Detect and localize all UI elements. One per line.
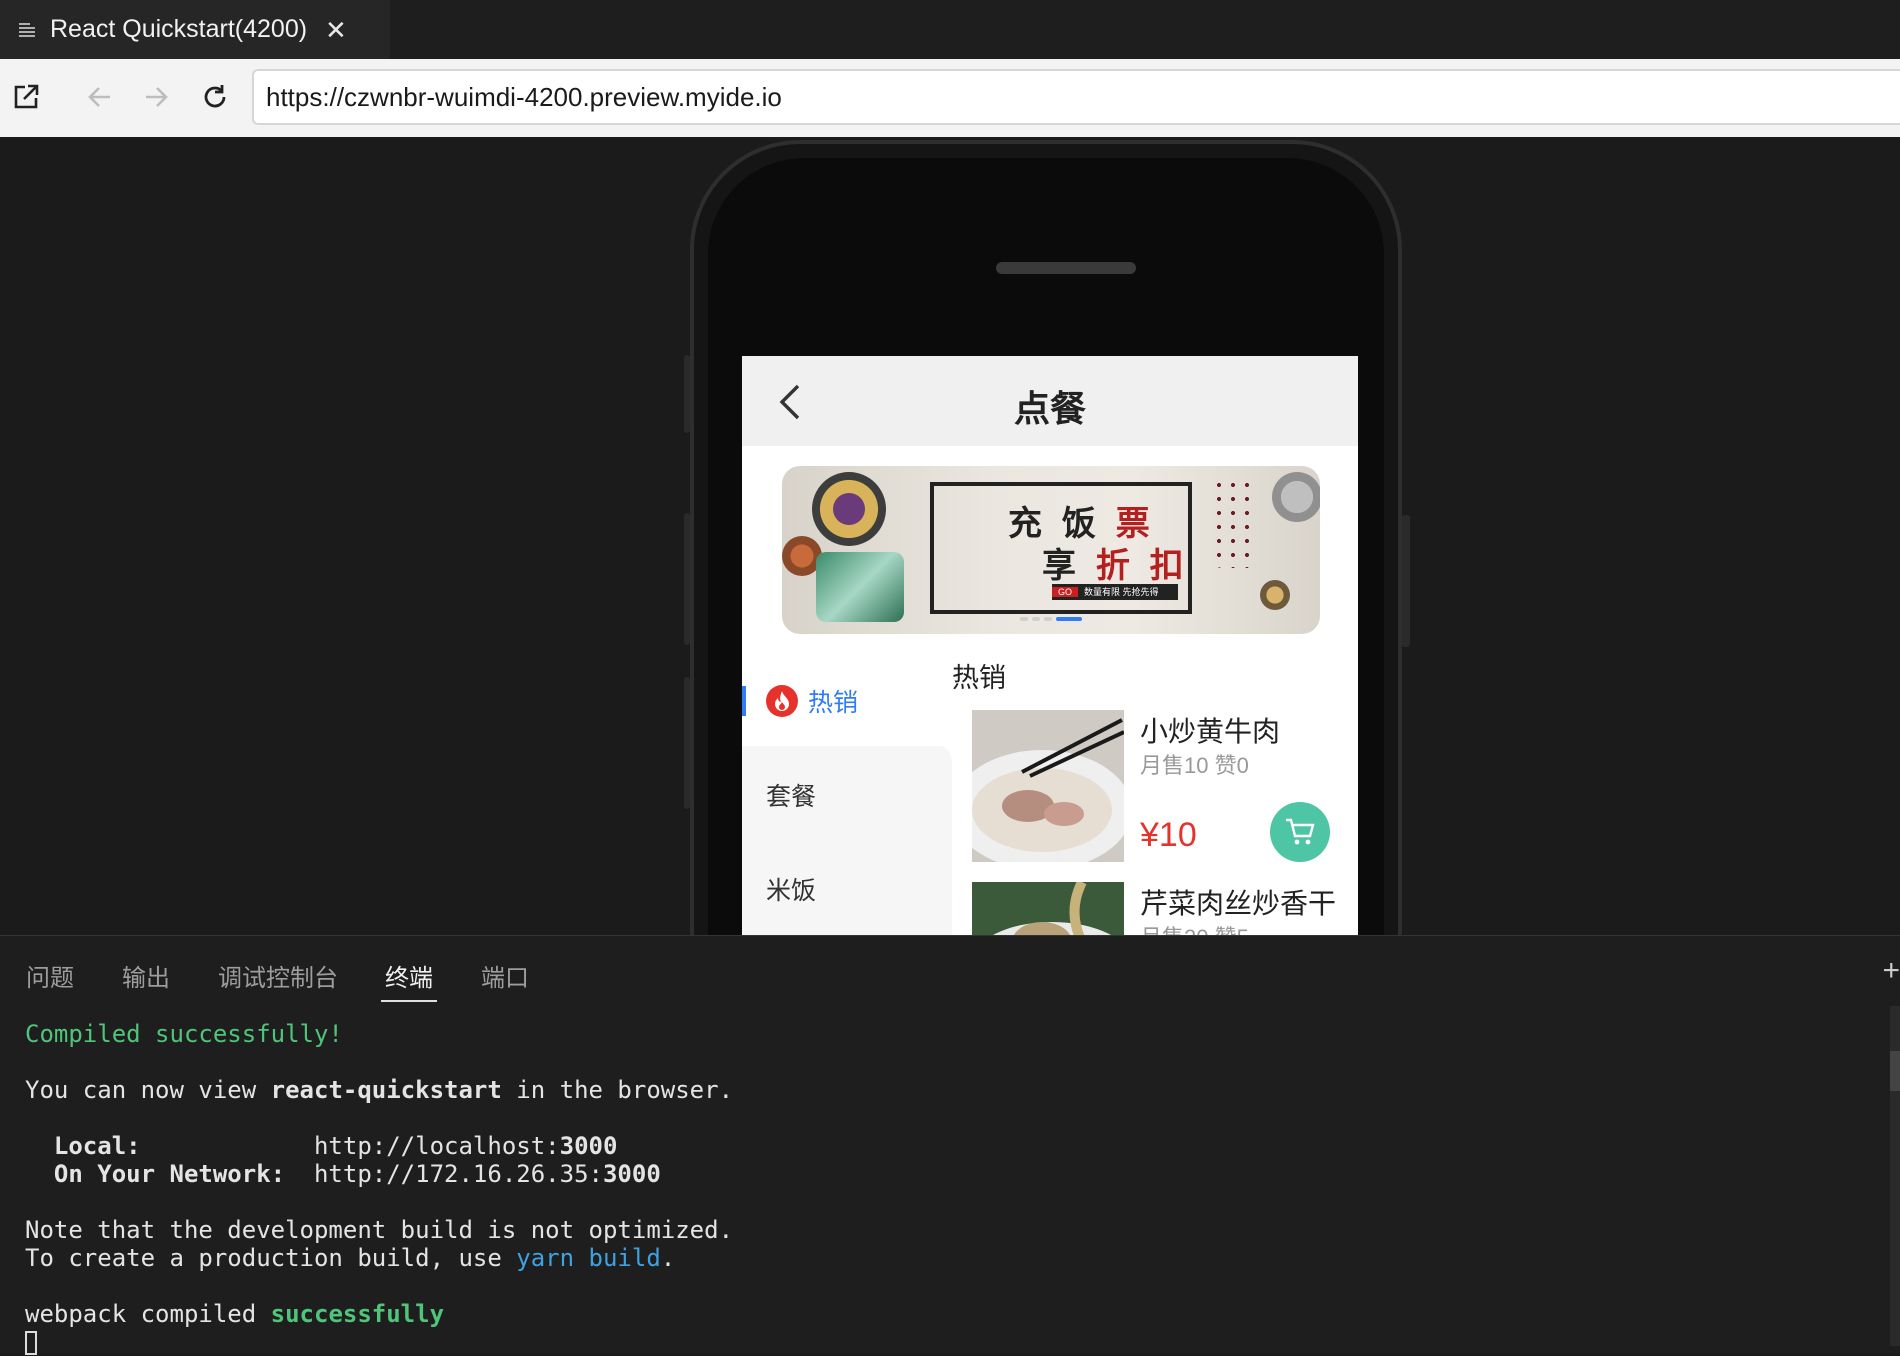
terminal-text: . — [660, 1244, 676, 1272]
menu-item-label: 米饭 — [766, 877, 817, 905]
terminal-network-port: 3000 — [602, 1160, 661, 1188]
dish-price: ¥10 — [1140, 816, 1197, 854]
terminal-text: You can now view — [25, 1076, 271, 1104]
terminal-output[interactable]: Compiled successfully! You can now view … — [25, 1020, 733, 1356]
promo-banner[interactable]: 充 饭 票 享 折 扣 GO 数量有限 先抢先得 — [782, 466, 1320, 634]
app-header: 点餐 — [742, 356, 1358, 446]
terminal-network-url: http://172.16.26.35: — [313, 1160, 603, 1188]
berries-image — [1212, 478, 1258, 568]
terminal-text: Note that the development build is not o… — [25, 1216, 734, 1244]
dish-card[interactable]: 小炒黄牛肉 月售10 赞0 ¥10 — [972, 710, 1352, 862]
carousel-dots[interactable] — [782, 610, 1320, 628]
menu-item-label: 热销 — [808, 689, 859, 717]
terminal-scrollbar-thumb[interactable] — [1890, 1051, 1900, 1091]
new-terminal-button[interactable]: + — [1882, 954, 1900, 988]
preview-area: 点餐 充 饭 票 享 折 扣 GO 数量有限 先抢先得 热销 套餐 米饭 热销 … — [0, 137, 1900, 935]
banner-go-strip: GO 数量有限 先抢先得 — [1052, 584, 1178, 600]
tab-problems[interactable]: 问题 — [26, 958, 74, 993]
food-plate-image — [812, 472, 886, 546]
dish-sales: 月售20 赞5 — [1140, 920, 1249, 935]
phone-side-button — [1402, 515, 1410, 647]
phone-speaker — [996, 262, 1136, 274]
bowl-image — [1272, 472, 1320, 522]
menu-item-label: 套餐 — [766, 783, 817, 811]
bottom-panel: 问题 输出 调试控制台 终端 端口 + Compiled successfull… — [0, 935, 1900, 1356]
dish-image — [972, 882, 1124, 935]
tab-react-quickstart[interactable]: React Quickstart(4200) ✕ — [0, 0, 390, 59]
menu-item-rice[interactable]: 米饭 — [742, 844, 952, 934]
app-screen: 点餐 充 饭 票 享 折 扣 GO 数量有限 先抢先得 热销 套餐 米饭 热销 … — [742, 356, 1358, 935]
dish-sales: 月售10 赞0 — [1140, 753, 1249, 778]
cart-icon — [1286, 818, 1315, 845]
banner-line-2: 享 折 扣 — [1042, 546, 1188, 586]
terminal-cursor — [25, 1331, 37, 1355]
url-input[interactable]: https://czwnbr-wuimdi-4200.preview.myide… — [252, 69, 1900, 125]
add-to-cart-button[interactable] — [1270, 802, 1330, 862]
reload-icon[interactable] — [195, 77, 235, 117]
terminal-text: in the browser. — [501, 1076, 734, 1104]
dish-name: 小炒黄牛肉 — [1140, 716, 1281, 747]
terminal-local-port: 3000 — [559, 1132, 618, 1160]
forward-arrow-icon[interactable] — [136, 77, 176, 117]
carousel-dot[interactable] — [1020, 616, 1028, 621]
terminal-local-label: Local: — [25, 1132, 314, 1160]
menu-item-combo[interactable]: 套餐 — [742, 750, 952, 840]
tab-output[interactable]: 输出 — [122, 958, 170, 993]
terminal-text: webpack compiled — [25, 1300, 271, 1328]
phone-frame: 点餐 充 饭 票 享 折 扣 GO 数量有限 先抢先得 热销 套餐 米饭 热销 … — [690, 140, 1402, 935]
list-icon — [18, 18, 42, 42]
tab-ports[interactable]: 端口 — [481, 958, 529, 993]
open-external-icon[interactable] — [6, 77, 46, 117]
tab-terminal[interactable]: 终端 — [381, 958, 437, 1002]
terminal-status: successfully — [270, 1300, 445, 1328]
close-icon[interactable]: ✕ — [325, 17, 347, 43]
terminal-command: yarn build — [516, 1244, 661, 1272]
tab-debug-console[interactable]: 调试控制台 — [218, 958, 338, 993]
carousel-dot[interactable] — [1044, 616, 1052, 621]
tab-bar: React Quickstart(4200) ✕ — [0, 0, 1900, 59]
menu-item-hot[interactable]: 热销 — [742, 656, 952, 746]
terminal-line: Compiled successfully! — [25, 1020, 343, 1048]
panel-tabs: 问题 输出 调试控制台 终端 端口 + — [0, 936, 1900, 1002]
terminal-app-name: react-quickstart — [270, 1076, 502, 1104]
terminal-text: To create a production build, use — [25, 1244, 517, 1272]
category-menu: 热销 套餐 米饭 — [742, 656, 952, 935]
dish-card[interactable]: 芹菜肉丝炒香干 月售20 赞5 — [972, 882, 1352, 935]
section-title: 热销 — [952, 663, 1006, 693]
terminal-local-url: http://localhost: — [313, 1132, 560, 1160]
tab-title: React Quickstart(4200) — [50, 15, 308, 43]
terminal-network-label: On Your Network: — [25, 1160, 314, 1188]
carousel-dot-active[interactable] — [1056, 616, 1082, 621]
fire-icon — [766, 685, 798, 717]
dish-name: 芹菜肉丝炒香干 — [1140, 888, 1337, 919]
carousel-dot[interactable] — [1032, 616, 1040, 621]
page-title: 点餐 — [1013, 388, 1086, 429]
dish-image — [972, 710, 1124, 862]
browser-toolbar: https://czwnbr-wuimdi-4200.preview.myide… — [0, 59, 1900, 137]
tea-cup-image — [1260, 580, 1290, 610]
back-arrow-icon[interactable] — [80, 77, 120, 117]
